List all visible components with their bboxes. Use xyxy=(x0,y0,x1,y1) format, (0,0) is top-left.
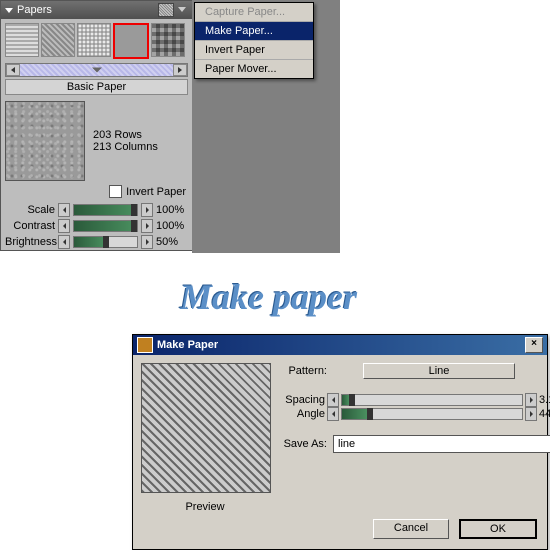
collapse-icon[interactable] xyxy=(5,8,13,13)
pattern-label: Pattern: xyxy=(279,365,327,377)
dialog-preview xyxy=(141,363,271,493)
brightness-value: 50% xyxy=(156,236,188,248)
saveas-label: Save As: xyxy=(279,438,327,450)
spacing-value: 3.15 xyxy=(539,394,550,406)
papers-header: Papers xyxy=(1,1,192,19)
papers-title: Papers xyxy=(17,4,158,16)
invert-checkbox[interactable] xyxy=(109,185,122,198)
paper-thumb[interactable] xyxy=(151,23,185,57)
brightness-slider[interactable] xyxy=(73,236,138,248)
rows-label: 203 Rows xyxy=(93,129,158,141)
slider-left-icon[interactable] xyxy=(58,235,70,249)
make-paper-dialog: Make Paper × Pattern: Line Spacing 3.15 xyxy=(132,334,548,550)
slider-left-icon[interactable] xyxy=(58,203,70,217)
spacing-slider[interactable] xyxy=(341,394,523,406)
angle-label: Angle xyxy=(279,408,325,420)
menu-capture-paper: Capture Paper... xyxy=(195,3,313,22)
spacing-label: Spacing xyxy=(279,394,325,406)
contrast-slider[interactable] xyxy=(73,220,138,232)
menu-invert-paper[interactable]: Invert Paper xyxy=(195,41,313,60)
slider-left-icon[interactable] xyxy=(327,393,339,407)
brightness-label: Brightness xyxy=(5,236,55,248)
cols-label: 213 Columns xyxy=(93,141,158,153)
pattern-dropdown[interactable]: Line xyxy=(363,363,515,379)
dialog-title: Make Paper xyxy=(157,339,525,351)
dialog-titlebar[interactable]: Make Paper × xyxy=(133,335,547,355)
slider-right-icon[interactable] xyxy=(141,203,153,217)
app-icon xyxy=(137,337,153,353)
saveas-input[interactable] xyxy=(333,435,550,453)
scale-value: 100% xyxy=(156,204,188,216)
paper-thumb-selected[interactable] xyxy=(113,23,149,59)
preview-label: Preview xyxy=(141,501,269,513)
slider-right-icon[interactable] xyxy=(525,407,537,421)
menu-paper-mover[interactable]: Paper Mover... xyxy=(195,60,313,78)
paper-thumb[interactable] xyxy=(77,23,111,57)
slider-right-icon[interactable] xyxy=(525,393,537,407)
scale-label: Scale xyxy=(5,204,55,216)
scroll-right-icon[interactable] xyxy=(173,64,187,76)
invert-label: Invert Paper xyxy=(126,186,186,198)
contrast-label: Contrast xyxy=(5,220,55,232)
papers-panel: Papers Basic Paper 203 Rows 213 Columns … xyxy=(0,0,193,251)
slider-left-icon[interactable] xyxy=(327,407,339,421)
scroll-left-icon[interactable] xyxy=(6,64,20,76)
cancel-button[interactable]: Cancel xyxy=(373,519,449,539)
angle-value: 44 xyxy=(539,408,550,420)
scale-slider[interactable] xyxy=(73,204,138,216)
category-label[interactable]: Basic Paper xyxy=(5,79,188,95)
texture-icon[interactable] xyxy=(158,3,174,17)
menu-make-paper[interactable]: Make Paper... xyxy=(195,22,313,41)
paper-thumbnails xyxy=(1,19,192,63)
slider-left-icon[interactable] xyxy=(58,219,70,233)
paper-thumb[interactable] xyxy=(41,23,75,57)
slider-right-icon[interactable] xyxy=(141,219,153,233)
papers-menu: Capture Paper... Make Paper... Invert Pa… xyxy=(194,2,314,79)
paper-preview xyxy=(5,101,85,181)
close-icon[interactable]: × xyxy=(525,337,543,353)
slider-right-icon[interactable] xyxy=(141,235,153,249)
paper-thumb[interactable] xyxy=(5,23,39,57)
annotation-label: Make paper xyxy=(180,276,357,318)
contrast-value: 100% xyxy=(156,220,188,232)
menu-trigger-icon[interactable] xyxy=(176,3,188,15)
ok-button[interactable]: OK xyxy=(459,519,537,539)
angle-slider[interactable] xyxy=(341,408,523,420)
thumbnail-scrollbar[interactable] xyxy=(5,63,188,77)
